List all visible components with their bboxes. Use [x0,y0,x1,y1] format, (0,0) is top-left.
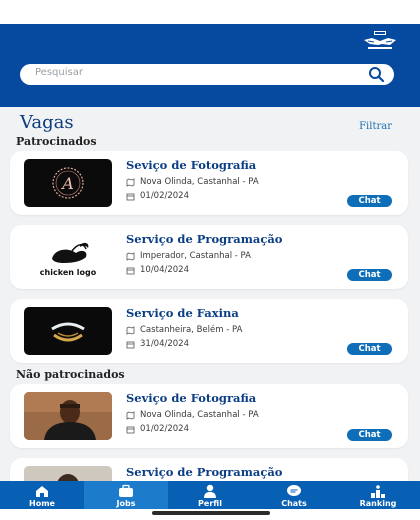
person-photo [24,392,112,440]
photography-logo-image: A [24,159,112,207]
job-title: Serviço de Faxina [126,306,239,320]
section-title-sponsored: Patrocinados [16,135,97,148]
nav-jobs[interactable]: Jobs [84,481,168,509]
job-date-text: 01/02/2024 [140,424,189,434]
nav-chats[interactable]: Chats [252,481,336,509]
nav-ranking[interactable]: Ranking [336,481,420,509]
nav-label: Ranking [359,499,397,508]
nav-label: Perfil [198,499,222,508]
map-icon [126,325,135,335]
job-location: Nova Olinda, Castanhal - PA [126,177,259,187]
filter-link[interactable]: Filtrar [359,121,392,132]
map-icon [126,410,135,420]
chat-icon [287,485,301,496]
nav-home[interactable]: Home [0,481,84,509]
page-title: Vagas [20,112,74,133]
job-title: Seviço de Fotografia [126,158,257,172]
job-location-text: Nova Olinda, Castanhal - PA [140,410,259,420]
gesture-area [0,509,420,520]
section-title-unsponsored: Não patrocinados [16,368,125,381]
job-date: 01/02/2024 [126,191,189,201]
cleaning-logo-image [24,307,112,355]
nav-label: Chats [281,499,307,508]
chat-button[interactable]: Chat [347,269,392,281]
nav-label: Home [29,499,55,508]
job-date: 01/02/2024 [126,424,189,434]
search-icon[interactable] [368,66,385,83]
home-icon [36,486,48,497]
briefcase-icon [119,484,133,497]
calendar-icon [126,341,135,348]
podium-icon [371,485,385,498]
job-location-text: Nova Olinda, Castanhal - PA [140,177,259,187]
job-location: Imperador, Castanhal - PA [126,251,251,261]
job-date-text: 01/02/2024 [140,191,189,201]
job-date: 31/04/2024 [126,339,189,349]
job-date-text: 10/04/2024 [140,265,189,275]
nav-perfil[interactable]: Perfil [168,481,252,509]
chat-button[interactable]: Chat [347,343,392,355]
search-input[interactable]: Pesquisar [35,67,83,78]
chat-button[interactable]: Chat [347,195,392,207]
job-title: Seviço de Fotografia [126,391,257,405]
chicken-logo-image: chicken logo [24,233,112,281]
job-card[interactable]: A Seviço de Fotografia Nova Olinda, Cast… [10,151,408,215]
calendar-icon [126,426,135,433]
page-title-row: Vagas Filtrar [0,108,420,136]
job-card[interactable]: Seviço de Fotografia Nova Olinda, Castan… [10,384,408,448]
map-icon [126,177,135,187]
job-card[interactable]: Serviço de Faxina Castanheira, Belém - P… [10,299,408,363]
job-title: Serviço de Programação [126,465,283,479]
job-location: Castanheira, Belém - PA [126,325,242,335]
chicken-logo-text: chicken logo [40,268,97,277]
job-card[interactable]: chicken logo Serviço de Programação Impe… [10,225,408,289]
job-location-text: Castanheira, Belém - PA [140,325,243,335]
calendar-icon [126,193,135,200]
home-indicator[interactable] [152,511,270,515]
nav-label: Jobs [116,499,136,508]
person-icon [204,484,216,498]
handshake-logo-icon [364,31,396,49]
job-location: Nova Olinda, Castanhal - PA [126,410,259,420]
status-bar [0,0,420,24]
job-location-text: Imperador, Castanhal - PA [140,251,251,261]
job-title: Serviço de Programação [126,232,283,246]
svg-text:A: A [60,174,74,193]
bottom-navigation: Home Jobs Perfil Chats Ranking [0,481,420,509]
search-bar[interactable]: Pesquisar [20,64,394,85]
calendar-icon [126,267,135,274]
job-date-text: 31/04/2024 [140,339,189,349]
job-date: 10/04/2024 [126,265,189,275]
map-icon [126,251,135,261]
app-header: Pesquisar [0,24,420,107]
chat-button[interactable]: Chat [347,429,392,441]
